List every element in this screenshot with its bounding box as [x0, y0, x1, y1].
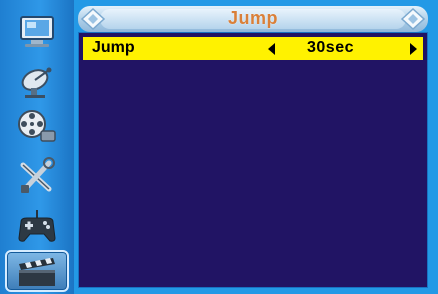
settings-list: Jump 30sec [78, 32, 428, 288]
setting-row-jump[interactable]: Jump 30sec [83, 37, 423, 60]
film-reel-icon [15, 107, 59, 145]
clapperboard-icon [13, 254, 61, 288]
osd-panel: Jump Jump 30sec [74, 0, 438, 294]
sidebar-item-channel[interactable] [9, 62, 65, 102]
osd-screen: Jump Jump 30sec [0, 0, 438, 294]
sidebar-item-settings[interactable] [9, 156, 65, 196]
satellite-dish-icon [15, 64, 59, 100]
sidebar-item-picture[interactable] [9, 12, 65, 52]
osd-sidebar [0, 0, 74, 294]
gamepad-icon [15, 208, 59, 244]
page-title: Jump [227, 8, 278, 28]
arrow-right-icon[interactable] [409, 42, 417, 60]
setting-label: Jump [92, 39, 135, 56]
arrow-left-icon[interactable] [268, 42, 276, 60]
monitor-icon [15, 14, 59, 50]
tools-icon [15, 157, 59, 195]
sidebar-item-movie[interactable] [5, 250, 69, 292]
sidebar-item-media[interactable] [9, 106, 65, 146]
osd-header: Jump [78, 6, 428, 32]
sidebar-item-game[interactable] [9, 206, 65, 246]
setting-value: 30sec [307, 39, 354, 56]
